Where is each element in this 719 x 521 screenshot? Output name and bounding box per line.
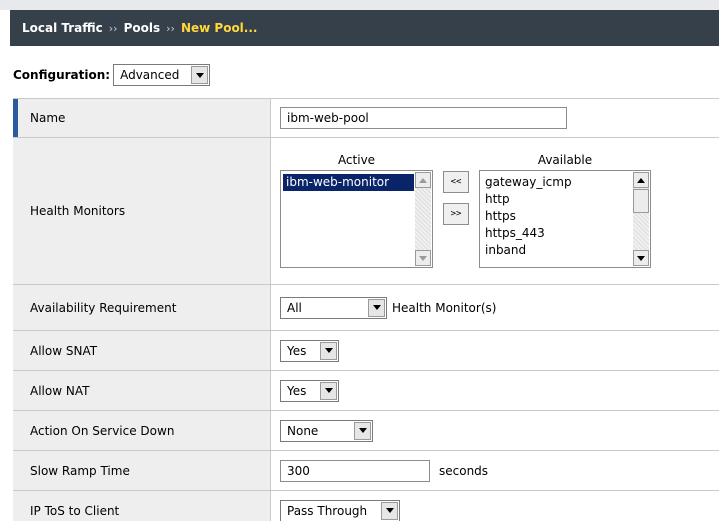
move-to-active-button[interactable]: << [443,171,469,193]
dropdown-button[interactable] [368,298,385,317]
row-ip-tos-to-client: IP ToS to Client Pass Through [13,491,719,521]
availability-select-value: All [287,300,302,315]
row-action-on-service-down: Action On Service Down None [13,411,719,451]
allow-snat-label: Allow SNAT [13,331,271,370]
row-allow-snat: Allow SNAT Yes [13,331,719,371]
dropdown-button[interactable] [320,341,337,360]
name-label: Name [13,99,271,137]
dropdown-button[interactable] [381,501,398,520]
chevron-down-icon [324,388,333,393]
active-heading: Active [337,153,376,167]
top-strip [0,0,719,10]
scroll-down-button[interactable] [633,250,649,266]
allow-nat-label: Allow NAT [13,371,271,410]
availability-label: Availability Requirement [13,285,271,330]
dropdown-button[interactable] [191,66,209,84]
arrow-up-icon [419,177,427,183]
ip-tos-to-client-value: Pass Through [287,503,368,518]
scroll-thumb[interactable] [633,189,649,213]
scroll-down-button[interactable] [415,250,431,266]
active-monitors-column: Active ibm-web-monitor [280,153,433,268]
row-availability-requirement: Availability Requirement All Health Moni… [13,285,719,331]
health-monitors-label: Health Monitors [13,138,271,284]
dropdown-button[interactable] [320,381,337,400]
available-monitor-item[interactable]: http [482,191,632,208]
configuration-label: Configuration: [13,68,111,82]
availability-select[interactable]: All [280,296,387,319]
chevron-down-icon [372,305,381,310]
arrow-up-icon [637,177,645,183]
configuration-select-value: Advanced [120,68,180,82]
chevron-down-icon [195,72,204,78]
row-slow-ramp-time: Slow Ramp Time 300 seconds [13,451,719,491]
available-list-scrollbar[interactable] [633,172,649,266]
scroll-up-button[interactable] [415,172,431,188]
available-monitor-item[interactable]: https_443 [482,225,632,242]
action-on-service-down-value: None [287,423,319,438]
allow-nat-select-value: Yes [287,383,307,398]
available-monitor-item[interactable]: https [482,208,632,225]
allow-snat-select-value: Yes [287,343,307,358]
breadcrumb-separator: ›› [108,21,118,35]
arrow-down-icon [419,255,427,261]
availability-suffix: Health Monitor(s) [392,300,497,315]
chevron-down-icon [358,428,367,433]
allow-snat-select[interactable]: Yes [280,339,339,362]
arrow-down-icon [637,255,645,261]
slow-ramp-time-label: Slow Ramp Time [13,451,271,490]
breadcrumb-local-traffic[interactable]: Local Traffic [22,21,103,35]
slow-ramp-time-unit: seconds [439,463,489,478]
available-monitors-column: Available gateway_icmp http https https_… [479,153,651,268]
configuration-selector: Configuration: Advanced [13,64,211,86]
ip-tos-to-client-label: IP ToS to Client [13,491,271,521]
slow-ramp-time-input[interactable]: 300 [280,459,430,482]
row-allow-nat: Allow NAT Yes [13,371,719,411]
action-on-service-down-label: Action On Service Down [13,411,271,450]
breadcrumb-separator: ›› [166,21,175,35]
dropdown-button[interactable] [354,421,371,440]
configuration-select[interactable]: Advanced [113,64,211,86]
pool-form: Name ibm-web-pool Health Monitors Active… [13,98,719,521]
available-monitors-list[interactable]: gateway_icmp http https https_443 inband [479,170,651,268]
active-monitor-item[interactable]: ibm-web-monitor [283,174,414,191]
row-name: Name ibm-web-pool [13,99,719,138]
row-health-monitors: Health Monitors Active ibm-web-monitor <… [13,138,719,285]
available-monitor-item[interactable]: inband [482,242,632,259]
breadcrumb-current-page: New Pool... [180,21,258,35]
available-monitor-item[interactable]: gateway_icmp [482,174,632,191]
chevron-down-icon [385,508,394,513]
breadcrumb: Local Traffic ›› Pools ›› New Pool... [10,10,719,46]
breadcrumb-pools[interactable]: Pools [124,21,161,35]
active-list-scrollbar[interactable] [415,172,431,266]
active-monitors-list[interactable]: ibm-web-monitor [280,170,433,268]
ip-tos-to-client-select[interactable]: Pass Through [280,499,400,521]
available-heading: Available [537,153,593,167]
scroll-up-button[interactable] [633,172,649,188]
allow-nat-select[interactable]: Yes [280,379,339,402]
monitor-move-buttons: << >> [443,153,469,225]
chevron-down-icon [324,348,333,353]
name-input[interactable]: ibm-web-pool [280,107,567,129]
move-to-available-button[interactable]: >> [443,203,469,225]
action-on-service-down-select[interactable]: None [280,419,373,442]
